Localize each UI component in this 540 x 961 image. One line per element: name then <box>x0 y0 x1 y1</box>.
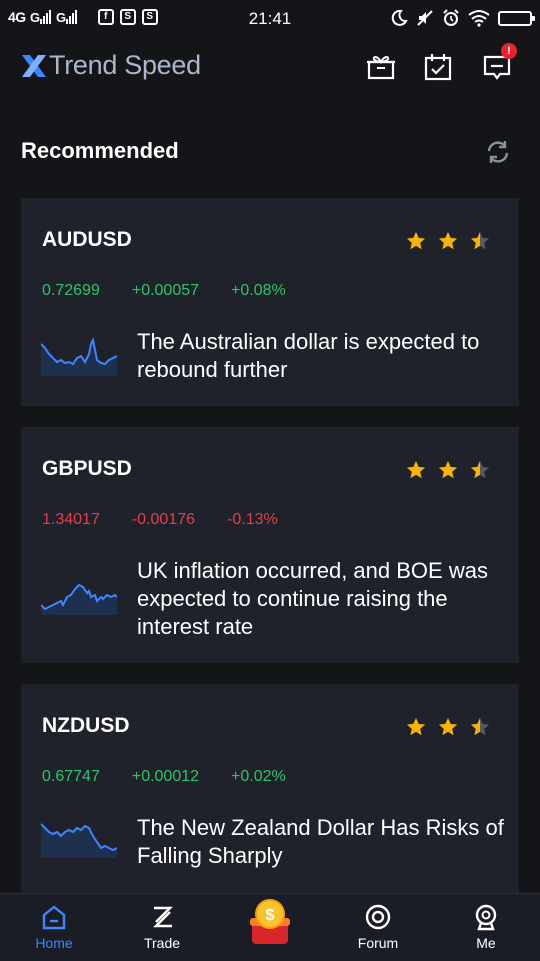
moon-icon <box>391 9 408 26</box>
forum-icon <box>365 904 391 930</box>
tab-label: Me <box>476 935 496 951</box>
trade-icon <box>153 906 173 928</box>
change-value: -0.00176 <box>131 511 196 528</box>
currency-pair: NZDUSD <box>42 714 130 737</box>
star-icon <box>438 460 458 479</box>
logo-x-icon <box>22 54 46 77</box>
rating-stars <box>405 716 491 738</box>
news-headline: UK inflation occurred, and BOE was expec… <box>137 558 488 639</box>
quote-row: 1.34017 -0.00176 -0.13% <box>42 511 310 529</box>
coin-bag-icon: $ <box>250 899 290 944</box>
rating-stars <box>405 459 491 481</box>
star-icon <box>406 717 426 736</box>
tab-forum[interactable]: Forum <box>328 894 428 961</box>
alarm-icon <box>443 9 459 26</box>
recommendation-card[interactable]: NZDUSD 0.67747 +0.00012 +0.02% The New Z… <box>21 684 519 893</box>
star-icon <box>438 231 458 250</box>
calendar-check-icon[interactable] <box>423 52 453 82</box>
rating-stars <box>405 230 491 252</box>
home-icon <box>42 905 66 930</box>
sparkline-chart <box>41 583 117 615</box>
currency-pair: GBPUSD <box>42 457 132 480</box>
tab-home[interactable]: Home <box>4 894 104 961</box>
wifi-icon <box>468 10 490 27</box>
half-star-icon <box>470 717 490 736</box>
mute-icon <box>417 10 433 26</box>
battery-icon <box>498 10 535 26</box>
price-value: 0.67747 <box>42 768 100 785</box>
star-icon <box>406 231 426 250</box>
percent-value: +0.02% <box>231 768 286 785</box>
recommendation-card[interactable]: AUDUSD 0.72699 +0.00057 +0.08% The Austr… <box>21 198 519 406</box>
sparkline-chart <box>41 823 117 858</box>
tab-trade[interactable]: Trade <box>112 894 212 961</box>
sparkline-chart <box>41 336 117 376</box>
news-headline: The New Zealand Dollar Has Risks of Fall… <box>137 815 504 868</box>
tab-label: Trade <box>143 935 181 951</box>
status-right <box>390 9 535 27</box>
percent-value: +0.08% <box>231 282 286 299</box>
gift-icon[interactable] <box>366 52 396 82</box>
half-star-icon <box>470 231 490 250</box>
svg-text:$: $ <box>266 907 275 924</box>
refresh-icon[interactable] <box>484 138 512 166</box>
recommendation-card[interactable]: GBPUSD 1.34017 -0.00176 -0.13% UK inflat… <box>21 427 519 663</box>
tab-me[interactable]: Me <box>436 894 536 961</box>
star-icon <box>438 717 458 736</box>
price-value: 1.34017 <box>42 511 100 528</box>
tab-rewards[interactable]: $ <box>220 894 320 961</box>
tab-label: Forum <box>357 935 399 951</box>
app-logo: Trend Speed <box>20 50 201 81</box>
tab-label: Home <box>35 935 73 951</box>
messages-button[interactable]: ! <box>482 43 517 82</box>
half-star-icon <box>470 460 490 479</box>
status-bar: 4G G G f S S 21:41 <box>0 0 540 38</box>
price-value: 0.72699 <box>42 282 100 299</box>
currency-pair: AUDUSD <box>42 228 132 251</box>
quote-row: 0.72699 +0.00057 +0.08% <box>42 282 318 300</box>
profile-icon <box>475 904 497 931</box>
section-title: Recommended <box>21 138 179 163</box>
percent-value: -0.13% <box>227 511 278 528</box>
quote-row: 0.67747 +0.00012 +0.02% <box>42 768 318 786</box>
change-value: +0.00057 <box>131 282 200 299</box>
notification-badge: ! <box>501 43 517 59</box>
change-value: +0.00012 <box>131 768 200 785</box>
app-header: Trend Speed ! <box>0 38 540 100</box>
news-headline: The Australian dollar is expected to reb… <box>137 329 480 382</box>
star-icon <box>406 460 426 479</box>
app-name: Trend Speed <box>49 50 201 80</box>
bottom-tab-bar: Home Trade $ Forum Me <box>0 893 540 961</box>
